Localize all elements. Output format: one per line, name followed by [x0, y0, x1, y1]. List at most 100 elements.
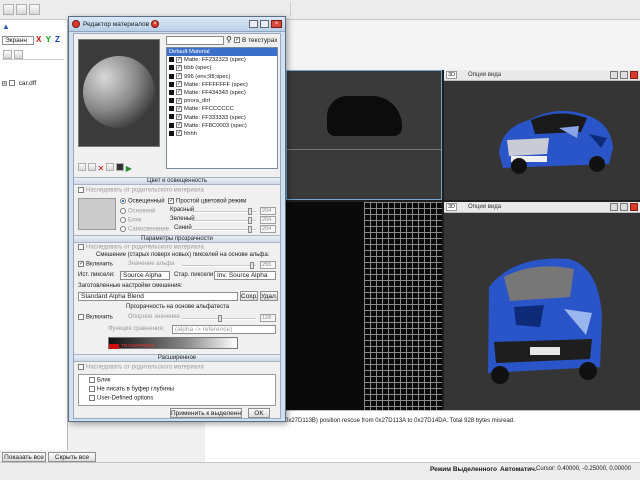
viewport-bottom-left[interactable] — [286, 202, 442, 410]
material-list-item[interactable]: bbb (spec) — [167, 64, 277, 72]
maximize-viewport-icon[interactable] — [620, 71, 628, 79]
red-slider[interactable] — [192, 208, 256, 215]
view-options-menu[interactable]: Опции вида — [468, 72, 501, 78]
scene-tree-item[interactable]: + car.dff — [2, 80, 36, 87]
preset-select[interactable]: Standard Alpha Blend — [78, 292, 238, 301]
glare-option[interactable]: Блик — [120, 217, 141, 224]
new-material-icon[interactable] — [78, 163, 86, 171]
base-option[interactable]: Основной — [120, 208, 156, 215]
src-select[interactable]: Source Alpha — [120, 271, 170, 280]
play-icon[interactable]: ▶ — [126, 164, 132, 173]
ext-opt-nodepth[interactable]: Не писать в буфер глубины — [89, 386, 174, 393]
simple-mode-option[interactable]: Простой цветовой режим — [168, 198, 246, 205]
material-list-item[interactable]: Matte: FF8C0003 (spec) — [167, 122, 277, 130]
self-lum-radio[interactable] — [120, 226, 126, 232]
minimize-icon[interactable] — [249, 20, 258, 28]
ext-opt-user-checkbox[interactable] — [89, 395, 95, 401]
material-list-item[interactable]: Matte: FF434343 (spec) — [167, 89, 277, 97]
save-preset-button[interactable]: Сохр. — [240, 291, 258, 301]
ext-opt-nodepth-checkbox[interactable] — [89, 386, 95, 392]
color-section-header[interactable]: Цвет и освещенность — [74, 177, 280, 185]
paste-material-icon[interactable] — [106, 163, 115, 171]
material-list-item[interactable]: 996 (env;98;spec) — [167, 73, 277, 81]
alpha-test-enable-checkbox[interactable] — [78, 314, 84, 320]
axis-y-button[interactable]: Y — [46, 35, 51, 44]
reference-value[interactable]: 128 — [260, 314, 276, 322]
transparency-enable-checkbox[interactable] — [78, 261, 84, 267]
reference-slider-thumb[interactable] — [218, 315, 222, 322]
3d-button[interactable]: 3D — [446, 71, 457, 79]
material-list-item[interactable]: priora_dirt — [167, 97, 277, 105]
reference-slider[interactable] — [182, 315, 256, 322]
3d-button[interactable]: 3D — [446, 203, 457, 211]
material-checkbox[interactable] — [176, 64, 182, 71]
ext-opt-user[interactable]: User-Defined options — [89, 395, 153, 402]
glare-radio[interactable] — [120, 217, 126, 223]
close-viewport-icon[interactable] — [630, 71, 638, 79]
transparency-section-header[interactable]: Параметры прозрачности — [74, 235, 280, 243]
red-slider-thumb[interactable] — [248, 208, 252, 215]
alpha-value[interactable]: 255 — [260, 261, 276, 269]
material-checkbox[interactable] — [176, 122, 182, 129]
alpha-test-enable-option[interactable]: Включить — [78, 314, 113, 321]
alpha-slider[interactable] — [182, 262, 256, 269]
blue-slider-thumb[interactable] — [248, 226, 252, 233]
new-icon[interactable] — [3, 4, 14, 15]
material-list-item[interactable]: hhhh — [167, 130, 277, 138]
view-options-menu[interactable]: Опции вида — [468, 204, 501, 210]
close-icon[interactable]: × — [151, 20, 159, 28]
blue-value[interactable]: 204 — [260, 225, 276, 233]
ext-opt-glare-checkbox[interactable] — [89, 377, 95, 383]
ext-opt-glare[interactable]: Блик — [89, 377, 110, 384]
transparency-inherit-checkbox[interactable] — [78, 244, 84, 250]
material-list-item[interactable]: Default Material — [167, 48, 277, 57]
dst-select[interactable]: Inv. Source Alpha — [214, 271, 276, 280]
copy-material-icon[interactable] — [87, 163, 96, 171]
material-list-item[interactable]: Matte: FF333333 (spec) — [167, 113, 277, 122]
blue-slider[interactable] — [192, 226, 256, 233]
dialog-titlebar[interactable]: Редактор материалов × × — [69, 17, 285, 32]
base-radio[interactable] — [120, 208, 126, 214]
transparency-enable-option[interactable]: Включить — [78, 261, 113, 268]
color-inherit-checkbox[interactable] — [78, 187, 84, 193]
maximize-viewport-icon[interactable] — [620, 203, 628, 211]
color-inherit-option[interactable]: Наследовать от родительского материала — [78, 187, 204, 194]
material-list-item[interactable]: Matte: FF232323 (spec) — [167, 56, 277, 64]
material-checkbox[interactable] — [176, 113, 182, 120]
green-slider-thumb[interactable] — [248, 217, 252, 224]
green-slider[interactable] — [192, 217, 256, 224]
material-checkbox[interactable] — [176, 81, 182, 88]
extended-inherit-checkbox[interactable] — [78, 364, 84, 370]
material-checkbox[interactable] — [176, 73, 182, 80]
viewport-top-left[interactable] — [286, 70, 442, 200]
viewport-top-right[interactable]: 3D Опции вида — [444, 70, 640, 200]
apply-to-selected-button[interactable]: Применить к выделенному — [170, 408, 242, 418]
material-checkbox[interactable] — [176, 130, 182, 137]
axis-x-button[interactable]: X — [36, 35, 41, 44]
minimize-viewport-icon[interactable] — [610, 203, 618, 211]
color-swatch[interactable] — [78, 198, 116, 230]
close-viewport-icon[interactable] — [630, 203, 638, 211]
material-list-item[interactable]: Matte: FFCCCCCC — [167, 105, 277, 113]
save-icon[interactable] — [29, 4, 40, 15]
lit-option[interactable]: Освещенный — [120, 198, 165, 205]
up-arrow-icon[interactable]: ▲ — [2, 22, 13, 32]
alpha-slider-thumb[interactable] — [250, 262, 254, 269]
viewport-bottom-right[interactable]: 3D Опции вида — [444, 202, 640, 410]
in-texture-option[interactable]: В текстурах — [234, 37, 278, 44]
window-close-icon[interactable]: × — [271, 20, 282, 28]
extended-section-header[interactable]: Расширенное — [74, 354, 280, 362]
material-list-item[interactable]: Matte: FFFFFFFF (spec) — [167, 81, 277, 89]
expand-icon[interactable]: + — [2, 80, 7, 86]
simple-mode-checkbox[interactable] — [168, 198, 174, 204]
delete-material-icon[interactable]: ✕ — [98, 164, 105, 173]
snap-select[interactable]: Экранн — [2, 36, 34, 45]
delete-preset-button[interactable]: Удал. — [260, 291, 278, 301]
self-lum-option[interactable]: Самосвечение — [120, 226, 169, 233]
red-value[interactable]: 204 — [260, 207, 276, 215]
green-value[interactable]: 204 — [260, 216, 276, 224]
open-icon[interactable] — [16, 4, 27, 15]
move-icon[interactable] — [3, 50, 12, 59]
extended-inherit-option[interactable]: Наследовать от родительского материала — [78, 364, 204, 371]
ok-button[interactable]: OK — [248, 408, 270, 418]
